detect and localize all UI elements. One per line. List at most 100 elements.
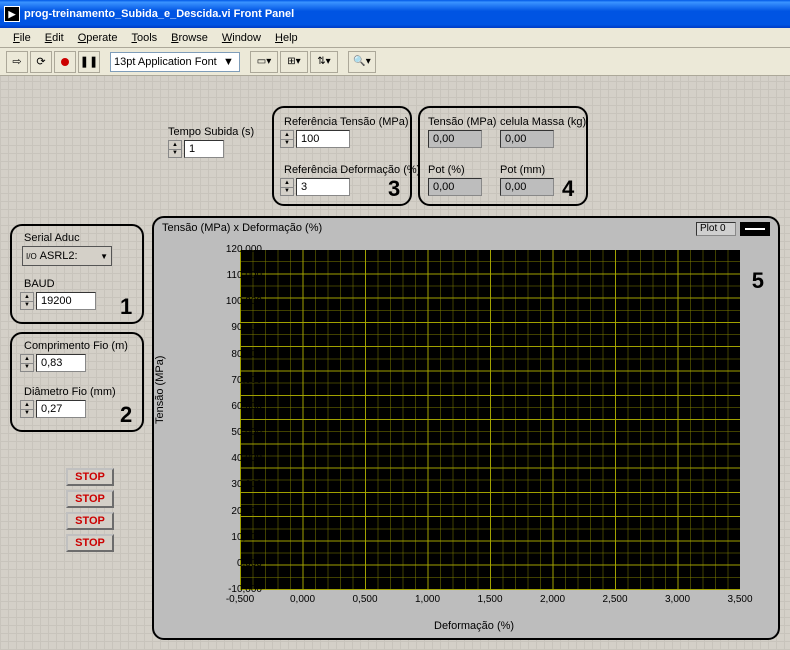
plot-area[interactable] bbox=[240, 250, 740, 590]
y-tick: 10,000 bbox=[212, 532, 262, 543]
distribute-button[interactable]: ⊞▾ bbox=[280, 51, 308, 73]
chevron-down-icon: ▼ bbox=[221, 56, 236, 68]
reorder-button[interactable]: ⇅▾ bbox=[310, 51, 338, 73]
menu-tools[interactable]: Tools bbox=[124, 30, 164, 46]
app-icon: ▶ bbox=[4, 6, 20, 22]
ind-massa-label: celula Massa (kg) bbox=[500, 116, 586, 128]
serial-label: Serial Aduc bbox=[24, 232, 80, 244]
tempo-label: Tempo Subida (s) bbox=[168, 126, 254, 138]
y-tick: 30,000 bbox=[212, 479, 262, 490]
stop-button-1[interactable]: STOP bbox=[66, 468, 114, 486]
ind-potmm: 0,00 bbox=[500, 178, 554, 196]
x-tick: 3,500 bbox=[720, 594, 760, 605]
annot-3: 3 bbox=[388, 176, 400, 202]
baud-spinner[interactable]: ▲▼ bbox=[20, 292, 34, 310]
comp-control: ▲▼ 0,83 bbox=[20, 354, 86, 372]
baud-label: BAUD bbox=[24, 278, 55, 290]
x-axis-label: Deformação (%) bbox=[434, 620, 514, 632]
y-tick: 100,000 bbox=[212, 296, 262, 307]
menu-operate[interactable]: Operate bbox=[71, 30, 125, 46]
y-tick: 20,000 bbox=[212, 506, 262, 517]
window-title: prog-treinamento_Subida_e_Descida.vi Fro… bbox=[24, 8, 294, 20]
ref-deform-control: ▲▼ 3 bbox=[280, 178, 350, 196]
search-button[interactable]: 🔍▾ bbox=[348, 51, 376, 73]
x-tick: 3,000 bbox=[658, 594, 698, 605]
menubar: File Edit Operate Tools Browse Window He… bbox=[0, 28, 790, 48]
front-panel: Tempo Subida (s) ▲▼ 1 Referência Tensão … bbox=[0, 76, 790, 650]
stop-button-3[interactable]: STOP bbox=[66, 512, 114, 530]
y-tick: 60,000 bbox=[212, 401, 262, 412]
y-tick: 70,000 bbox=[212, 375, 262, 386]
toolbar: ⇨ ⟳ ❚❚ 13pt Application Font ▼ ▭▾ ⊞▾ ⇅▾ 🔍… bbox=[0, 48, 790, 76]
ref-tensao-input[interactable]: 100 bbox=[296, 130, 350, 148]
x-tick: 0,500 bbox=[345, 594, 385, 605]
run-button[interactable]: ⇨ bbox=[6, 51, 28, 73]
ref-tensao-control: ▲▼ 100 bbox=[280, 130, 350, 148]
x-tick: 1,500 bbox=[470, 594, 510, 605]
ref-deform-spinner[interactable]: ▲▼ bbox=[280, 178, 294, 196]
grid-major bbox=[240, 250, 740, 590]
diam-spinner[interactable]: ▲▼ bbox=[20, 400, 34, 418]
ind-potmm-label: Pot (mm) bbox=[500, 164, 545, 176]
x-tick: 0,000 bbox=[283, 594, 323, 605]
menu-file[interactable]: File bbox=[6, 30, 38, 46]
tempo-control: ▲▼ 1 bbox=[168, 140, 224, 158]
stop-button-2[interactable]: STOP bbox=[66, 490, 114, 508]
diam-control: ▲▼ 0,27 bbox=[20, 400, 86, 418]
chart-legend[interactable]: Plot 0 bbox=[696, 222, 770, 236]
io-icon: I/O bbox=[26, 252, 37, 261]
y-tick: 120,000 bbox=[212, 244, 262, 255]
ref-tensao-label: Referência Tensão (MPa) bbox=[284, 116, 409, 128]
ind-potpct-label: Pot (%) bbox=[428, 164, 465, 176]
comp-spinner[interactable]: ▲▼ bbox=[20, 354, 34, 372]
annot-2: 2 bbox=[120, 402, 132, 428]
font-select[interactable]: 13pt Application Font ▼ bbox=[110, 52, 240, 72]
serial-port-select[interactable]: I/O ASRL2: ▼ bbox=[22, 246, 112, 266]
menu-browse[interactable]: Browse bbox=[164, 30, 215, 46]
chart-title: Tensão (MPa) x Deformação (%) bbox=[162, 222, 322, 234]
ind-tensao-label: Tensão (MPa) bbox=[428, 116, 496, 128]
ind-massa: 0,00 bbox=[500, 130, 554, 148]
stop-button-4[interactable]: STOP bbox=[66, 534, 114, 552]
comp-input[interactable]: 0,83 bbox=[36, 354, 86, 372]
chevron-down-icon: ▼ bbox=[100, 252, 108, 261]
chart-container: Tensão (MPa) x Deformação (%) Plot 0 Ten… bbox=[152, 216, 780, 640]
align-button[interactable]: ▭▾ bbox=[250, 51, 278, 73]
ref-deform-label: Referência Deformação (%) bbox=[284, 164, 420, 176]
y-tick: 80,000 bbox=[212, 349, 262, 360]
tempo-input[interactable]: 1 bbox=[184, 140, 224, 158]
annot-4: 4 bbox=[562, 176, 574, 202]
menu-window[interactable]: Window bbox=[215, 30, 268, 46]
legend-sample bbox=[740, 222, 770, 236]
y-axis-label: Tensão (MPa) bbox=[154, 356, 166, 424]
x-tick: 1,000 bbox=[408, 594, 448, 605]
ref-tensao-spinner[interactable]: ▲▼ bbox=[280, 130, 294, 148]
abort-button[interactable] bbox=[54, 51, 76, 73]
ind-potpct: 0,00 bbox=[428, 178, 482, 196]
y-tick: 110,000 bbox=[212, 270, 262, 281]
menu-edit[interactable]: Edit bbox=[38, 30, 71, 46]
baud-control: ▲▼ 19200 bbox=[20, 292, 96, 310]
run-cont-button[interactable]: ⟳ bbox=[30, 51, 52, 73]
legend-label: Plot 0 bbox=[696, 222, 736, 236]
ref-deform-input[interactable]: 3 bbox=[296, 178, 350, 196]
y-tick: 50,000 bbox=[212, 427, 262, 438]
y-tick: 40,000 bbox=[212, 453, 262, 464]
diam-label: Diâmetro Fio (mm) bbox=[24, 386, 116, 398]
font-label: 13pt Application Font bbox=[114, 56, 217, 68]
serial-port-value: ASRL2: bbox=[40, 250, 78, 262]
x-tick: -0,500 bbox=[220, 594, 260, 605]
comp-label: Comprimento Fio (m) bbox=[24, 340, 128, 352]
annot-5: 5 bbox=[752, 268, 764, 294]
y-tick: 0,000 bbox=[212, 558, 262, 569]
annot-1: 1 bbox=[120, 294, 132, 320]
baud-input[interactable]: 19200 bbox=[36, 292, 96, 310]
ind-tensao: 0,00 bbox=[428, 130, 482, 148]
x-tick: 2,500 bbox=[595, 594, 635, 605]
tempo-spinner[interactable]: ▲▼ bbox=[168, 140, 182, 158]
menu-help[interactable]: Help bbox=[268, 30, 305, 46]
diam-input[interactable]: 0,27 bbox=[36, 400, 86, 418]
titlebar: ▶ prog-treinamento_Subida_e_Descida.vi F… bbox=[0, 0, 790, 28]
x-tick: 2,000 bbox=[533, 594, 573, 605]
pause-button[interactable]: ❚❚ bbox=[78, 51, 100, 73]
